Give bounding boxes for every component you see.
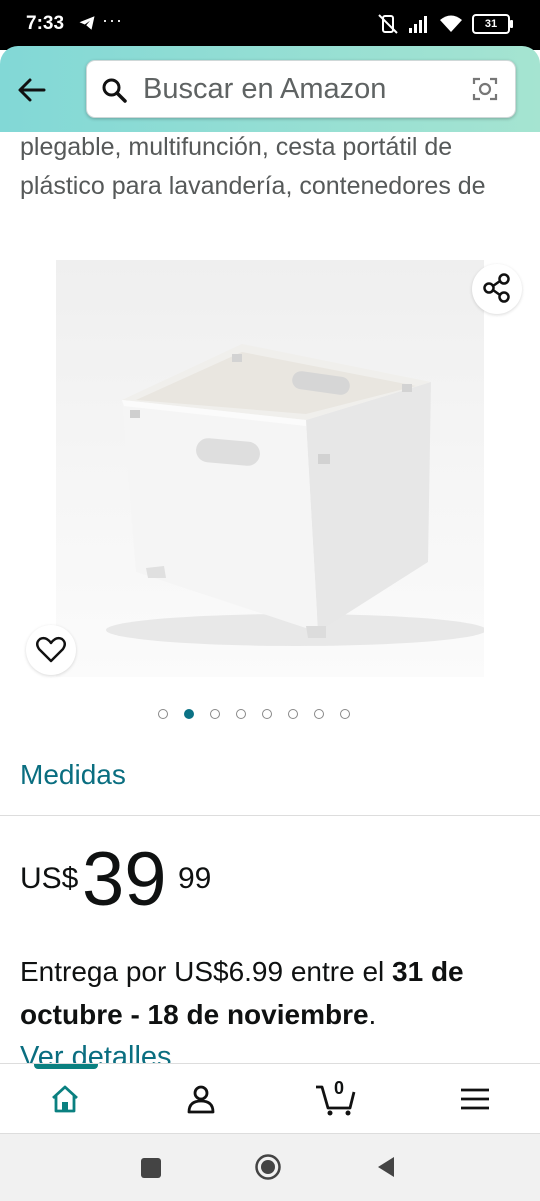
- signal-icon: [409, 16, 427, 33]
- home-icon[interactable]: [48, 1082, 82, 1116]
- carousel-dot[interactable]: [314, 709, 324, 719]
- product-title: plegable, multifunción, cesta portátil d…: [20, 133, 486, 200]
- price-whole: 39: [82, 837, 167, 922]
- account-icon[interactable]: [184, 1082, 218, 1116]
- bottom-nav: 0: [0, 1063, 540, 1134]
- carousel-dot[interactable]: [210, 709, 220, 719]
- carousel-dot[interactable]: [262, 709, 272, 719]
- delivery-suffix: .: [368, 999, 377, 1030]
- share-button[interactable]: [472, 264, 522, 314]
- battery-icon: 31: [472, 14, 513, 34]
- wishlist-button[interactable]: [26, 625, 76, 675]
- status-more-dots: ···: [102, 10, 123, 30]
- carousel-dot[interactable]: [236, 709, 246, 719]
- carousel-dot[interactable]: [288, 709, 298, 719]
- carousel-dot[interactable]: [184, 709, 194, 719]
- search-bar[interactable]: Buscar en Amazon: [86, 60, 516, 118]
- system-nav-bar: [0, 1133, 540, 1201]
- details-link[interactable]: Ver detalles: [20, 1036, 172, 1064]
- status-bar: 7:33 ··· 31: [0, 0, 540, 50]
- share-icon: [483, 273, 510, 303]
- image-carousel-indicator[interactable]: [158, 709, 350, 719]
- product-image[interactable]: [56, 260, 486, 677]
- medidas-link[interactable]: Medidas: [20, 759, 126, 791]
- active-tab-indicator: [34, 1064, 98, 1069]
- carousel-dot[interactable]: [158, 709, 168, 719]
- status-time: 7:33: [26, 13, 65, 34]
- back-triangle-button[interactable]: [374, 1155, 398, 1179]
- app-header: Buscar en Amazon: [0, 46, 540, 132]
- cart-button[interactable]: 0: [314, 1078, 358, 1118]
- home-circle-button[interactable]: [254, 1153, 282, 1181]
- price-currency: US$: [20, 862, 79, 895]
- recents-button[interactable]: [141, 1158, 161, 1178]
- delivery-info: Entrega por US$6.99 entre el 31 de octub…: [20, 950, 520, 1036]
- divider: [0, 815, 540, 816]
- status-icons: 31: [377, 14, 513, 34]
- wifi-icon: [440, 15, 462, 32]
- back-arrow-icon[interactable]: [14, 72, 50, 108]
- price-fraction: 99: [178, 862, 212, 895]
- cart-count: 0: [334, 1078, 345, 1098]
- search-input[interactable]: Buscar en Amazon: [143, 73, 386, 106]
- laundry-basket-illustration: [106, 344, 486, 646]
- carousel-dot[interactable]: [340, 709, 350, 719]
- delivery-prefix: Entrega por US$6.99 entre el: [20, 956, 393, 987]
- telegram-icon: [79, 16, 95, 30]
- search-icon: [102, 78, 127, 103]
- camera-search-icon[interactable]: [471, 75, 499, 103]
- vibrate-off-icon: [378, 14, 398, 34]
- heart-icon: [36, 636, 66, 663]
- menu-icon[interactable]: [458, 1082, 492, 1116]
